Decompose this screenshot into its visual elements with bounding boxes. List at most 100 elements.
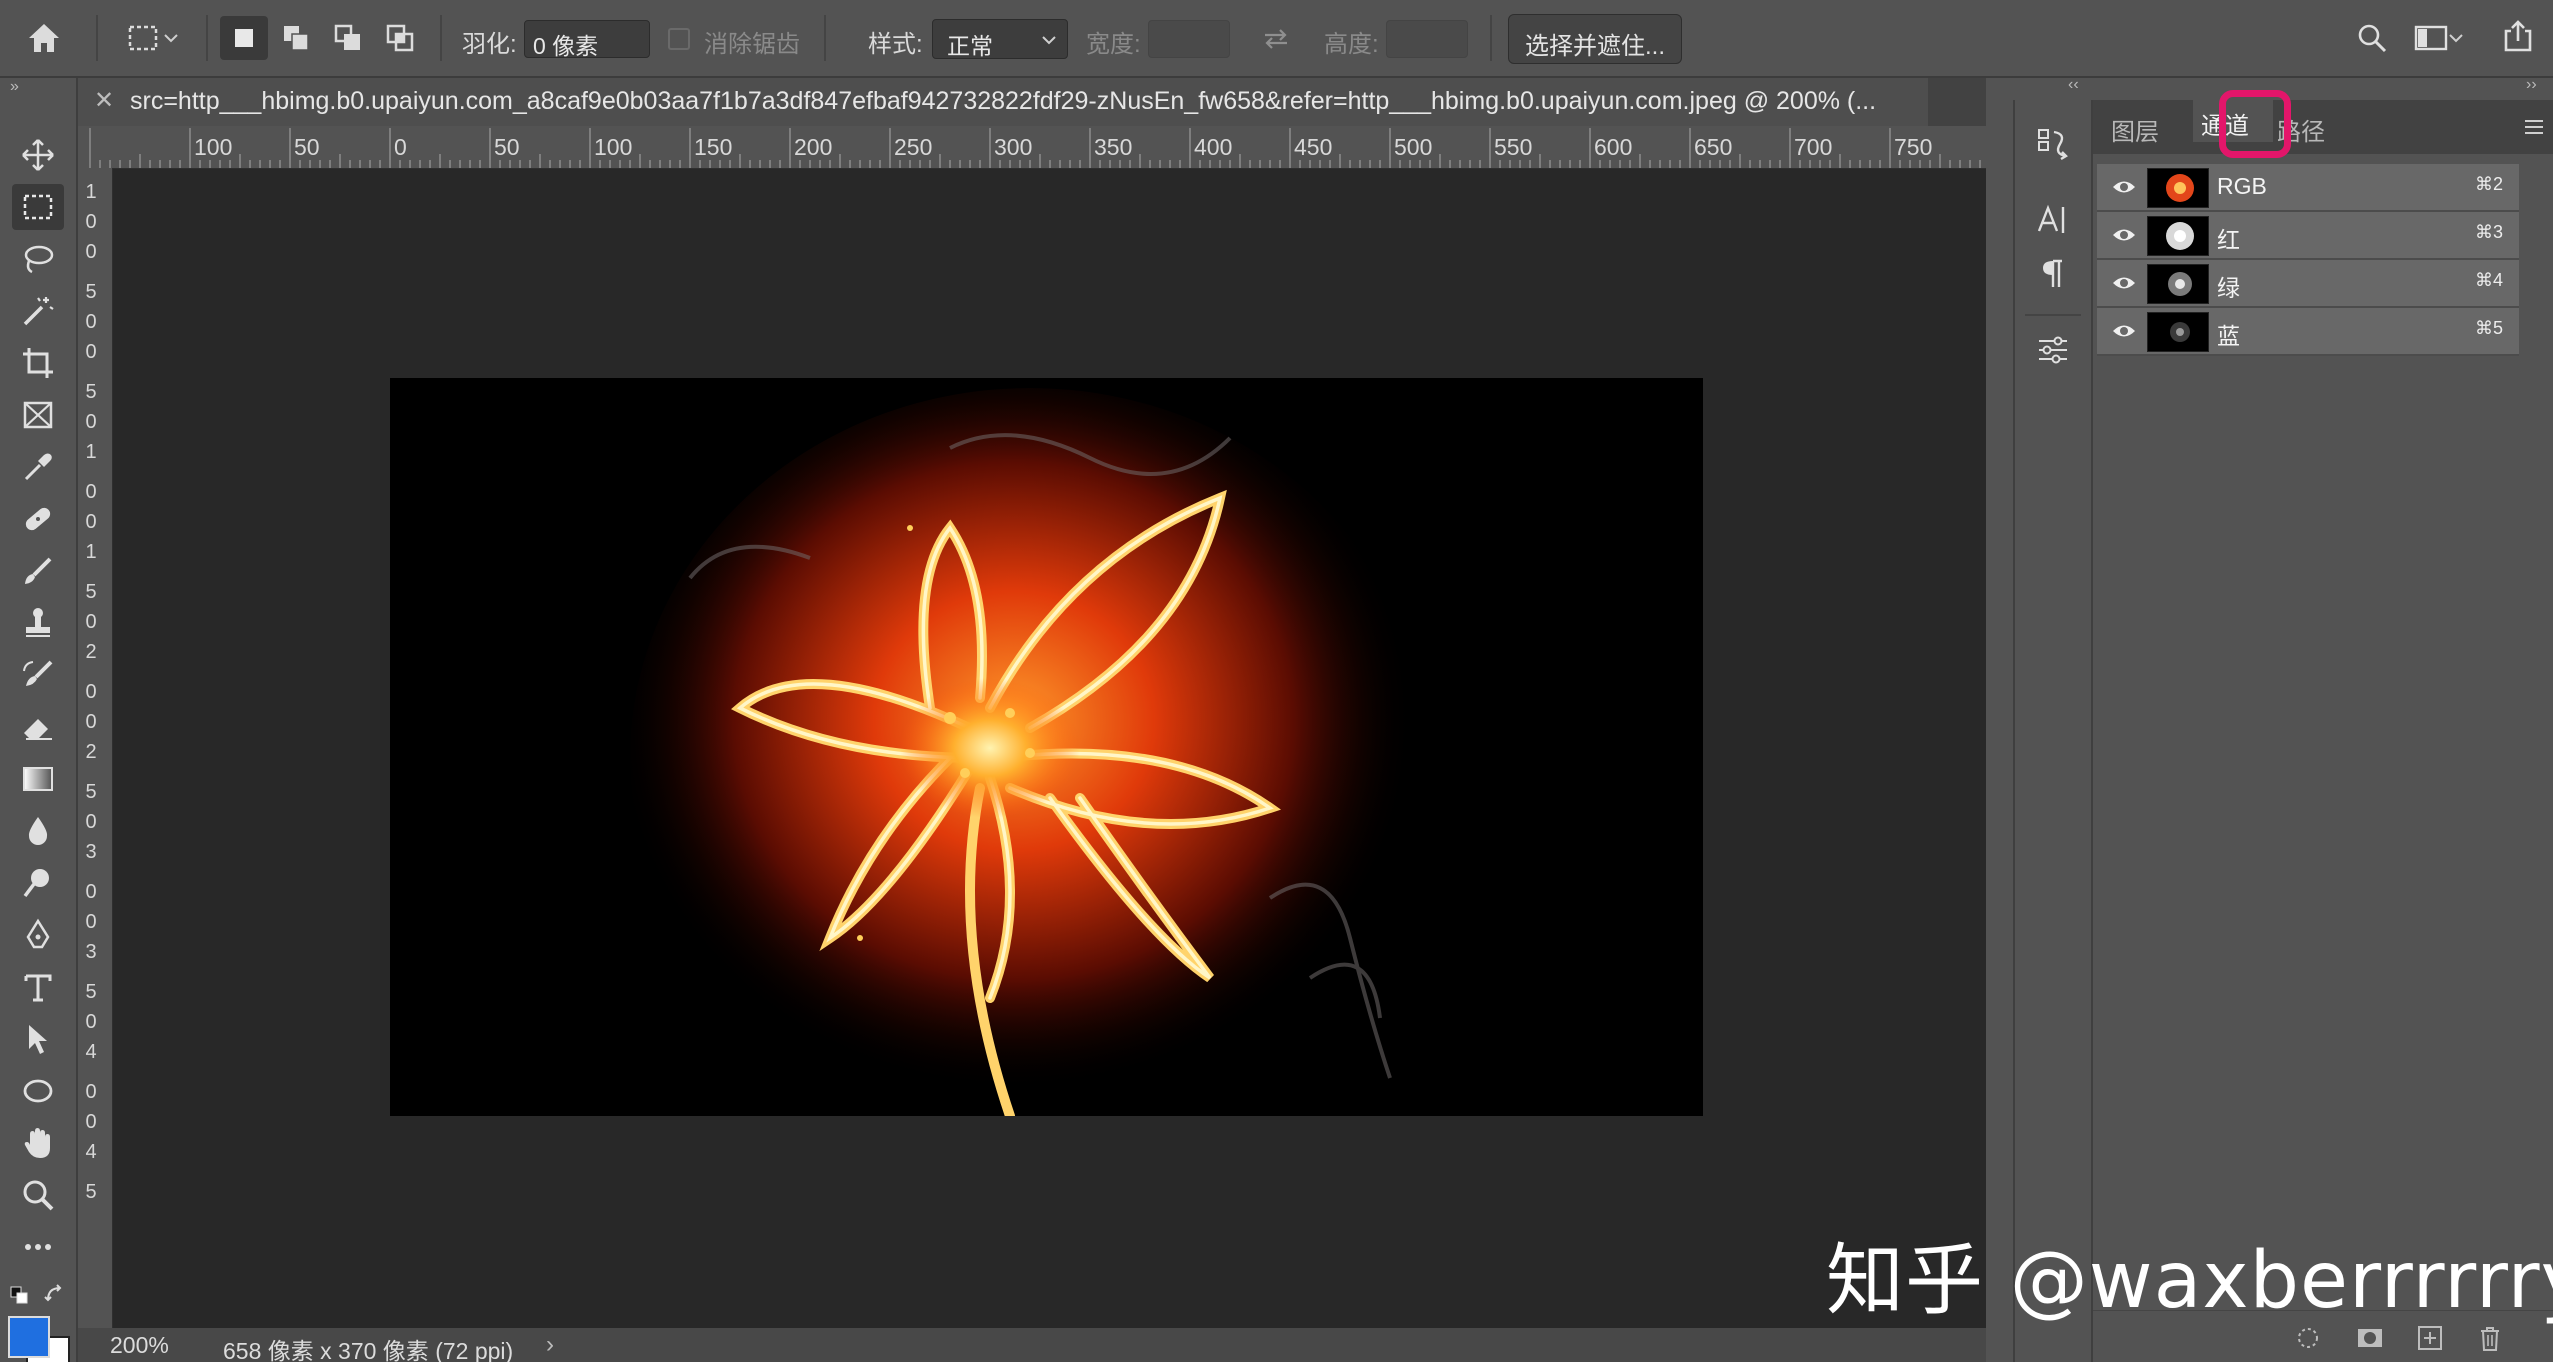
ruler-h-label: 50 — [294, 134, 320, 160]
ruler-v-label: 5 — [85, 1181, 97, 1203]
marquee-preset-picker[interactable] — [118, 16, 188, 60]
path-selection-tool[interactable] — [12, 1016, 64, 1062]
zoom-level[interactable]: 200% — [110, 1332, 169, 1359]
ruler-v-label: 5 — [85, 581, 97, 603]
zoom-tool[interactable] — [12, 1172, 64, 1218]
dodge-tool[interactable] — [12, 860, 64, 906]
crop-tool[interactable] — [12, 340, 64, 386]
photoshop-window: 羽化: 0 像素 消除锯齿 样式: 正常 宽度: 高度: 选择并遮住... » — [0, 0, 2553, 1362]
height-input[interactable] — [1386, 20, 1468, 58]
ruler-v-label: 4 — [85, 1041, 97, 1063]
ellipsis-icon — [25, 1244, 51, 1250]
channel-name: 蓝 — [2217, 323, 2240, 349]
paragraph-icon — [2043, 259, 2062, 287]
new-selection-button[interactable] — [220, 16, 268, 60]
ruler-v-label: 0 — [85, 511, 97, 533]
add-selection-button[interactable] — [272, 16, 320, 60]
healing-brush-tool[interactable] — [12, 496, 64, 542]
home-button[interactable] — [20, 14, 68, 62]
channel-row-green[interactable]: 绿 ⌘4 — [2097, 260, 2519, 308]
antialias-checkbox[interactable] — [668, 28, 690, 50]
channel-row-red[interactable]: 红 ⌘3 — [2097, 212, 2519, 260]
ruler-v-label: 5 — [85, 981, 97, 1003]
history-panel-button[interactable] — [2027, 120, 2079, 168]
width-input[interactable] — [1148, 20, 1230, 58]
default-colors-icon[interactable] — [10, 1286, 28, 1304]
chevron-down-icon — [2449, 34, 2463, 43]
crop-icon — [23, 348, 53, 378]
rect-marquee-icon — [128, 25, 158, 51]
clone-stamp-tool[interactable] — [12, 600, 64, 646]
zoom-icon — [23, 1180, 54, 1211]
swap-colors-icon[interactable] — [44, 1284, 66, 1306]
eraser-icon — [24, 719, 52, 740]
pen-tool[interactable] — [12, 912, 64, 958]
close-icon[interactable]: ✕ — [94, 86, 114, 115]
properties-panel-button[interactable] — [2027, 326, 2079, 374]
select-and-mask-button[interactable]: 选择并遮住... — [1508, 14, 1682, 64]
workspace-switcher[interactable] — [2404, 16, 2474, 60]
channel-thumbnail — [2147, 312, 2209, 352]
brush-tool[interactable] — [12, 548, 64, 594]
style-select[interactable]: 正常 — [932, 19, 1068, 59]
ruler-v-label: 0 — [85, 1011, 97, 1033]
panel-menu-icon[interactable] — [2523, 118, 2545, 136]
ruler-v-label: 0 — [85, 681, 97, 703]
ruler-v-label: 0 — [85, 711, 97, 733]
collapse-strip-icon[interactable]: ‹‹ — [2068, 76, 2079, 94]
feather-input[interactable]: 0 像素 — [524, 20, 650, 59]
channel-row-rgb[interactable]: RGB ⌘2 — [2097, 164, 2519, 212]
eye-icon[interactable] — [2111, 222, 2137, 248]
collapse-arrows-icon[interactable]: » — [10, 78, 19, 96]
chevron-right-icon[interactable]: › — [546, 1331, 554, 1359]
eyedropper-tool[interactable] — [12, 444, 64, 490]
blur-tool[interactable] — [12, 808, 64, 854]
channel-name: 绿 — [2217, 275, 2240, 301]
eraser-tool[interactable] — [12, 704, 64, 750]
expand-panel-icon[interactable]: ›› — [2526, 76, 2537, 94]
more-tools-button[interactable] — [12, 1224, 64, 1270]
history-icon — [2038, 129, 2068, 161]
gradient-tool[interactable] — [12, 756, 64, 802]
drop-icon — [28, 817, 48, 845]
width-label: 宽度: — [1086, 31, 1141, 58]
ruler-h-label: 0 — [394, 134, 407, 160]
eye-icon[interactable] — [2111, 270, 2137, 296]
ellipse-tool[interactable] — [12, 1068, 64, 1114]
hand-tool[interactable] — [12, 1120, 64, 1166]
ruler-v-label: 0 — [85, 811, 97, 833]
status-bar: 200% 658 像素 x 370 像素 (72 ppi) › — [78, 1328, 1986, 1362]
history-brush-tool[interactable] — [12, 652, 64, 698]
character-icon — [2037, 204, 2065, 233]
ruler-v-label: 2 — [85, 741, 97, 763]
eye-icon[interactable] — [2111, 318, 2137, 344]
rectangular-marquee-tool[interactable] — [12, 184, 64, 230]
tab-layers[interactable]: 图层 — [2111, 112, 2159, 147]
home-icon — [29, 24, 59, 52]
lasso-tool[interactable] — [12, 236, 64, 282]
frame-tool[interactable] — [12, 392, 64, 438]
character-panel-button[interactable] — [2027, 196, 2079, 244]
select-and-mask-label: 选择并遮住... — [1524, 33, 1665, 60]
intersect-selection-icon — [386, 24, 414, 52]
document-title: src=http___hbimg.b0.upaiyun.com_a8caf9e0… — [130, 87, 1877, 115]
intersect-selection-button[interactable] — [376, 16, 424, 60]
foreground-color-swatch[interactable] — [8, 1316, 50, 1358]
paragraph-panel-button[interactable] — [2027, 250, 2079, 298]
search-button[interactable] — [2350, 16, 2394, 60]
channel-row-blue[interactable]: 蓝 ⌘5 — [2097, 308, 2519, 356]
subtract-selection-button[interactable] — [324, 16, 372, 60]
separator — [2025, 314, 2081, 316]
ruler-v-label: 0 — [85, 1081, 97, 1103]
ruler-v-label: 5 — [85, 781, 97, 803]
eye-icon[interactable] — [2111, 174, 2137, 200]
type-tool[interactable] — [12, 964, 64, 1010]
ruler-v-label: 1 — [85, 181, 97, 203]
move-tool[interactable] — [12, 132, 64, 178]
watermark: 知乎 @waxberrrrrry — [1826, 1236, 2553, 1326]
search-icon — [2358, 24, 2387, 53]
share-button[interactable] — [2496, 14, 2540, 58]
magic-wand-tool[interactable] — [12, 288, 64, 334]
swap-dimensions-button[interactable] — [1254, 20, 1298, 58]
swap-arrows-icon — [1265, 29, 1287, 49]
